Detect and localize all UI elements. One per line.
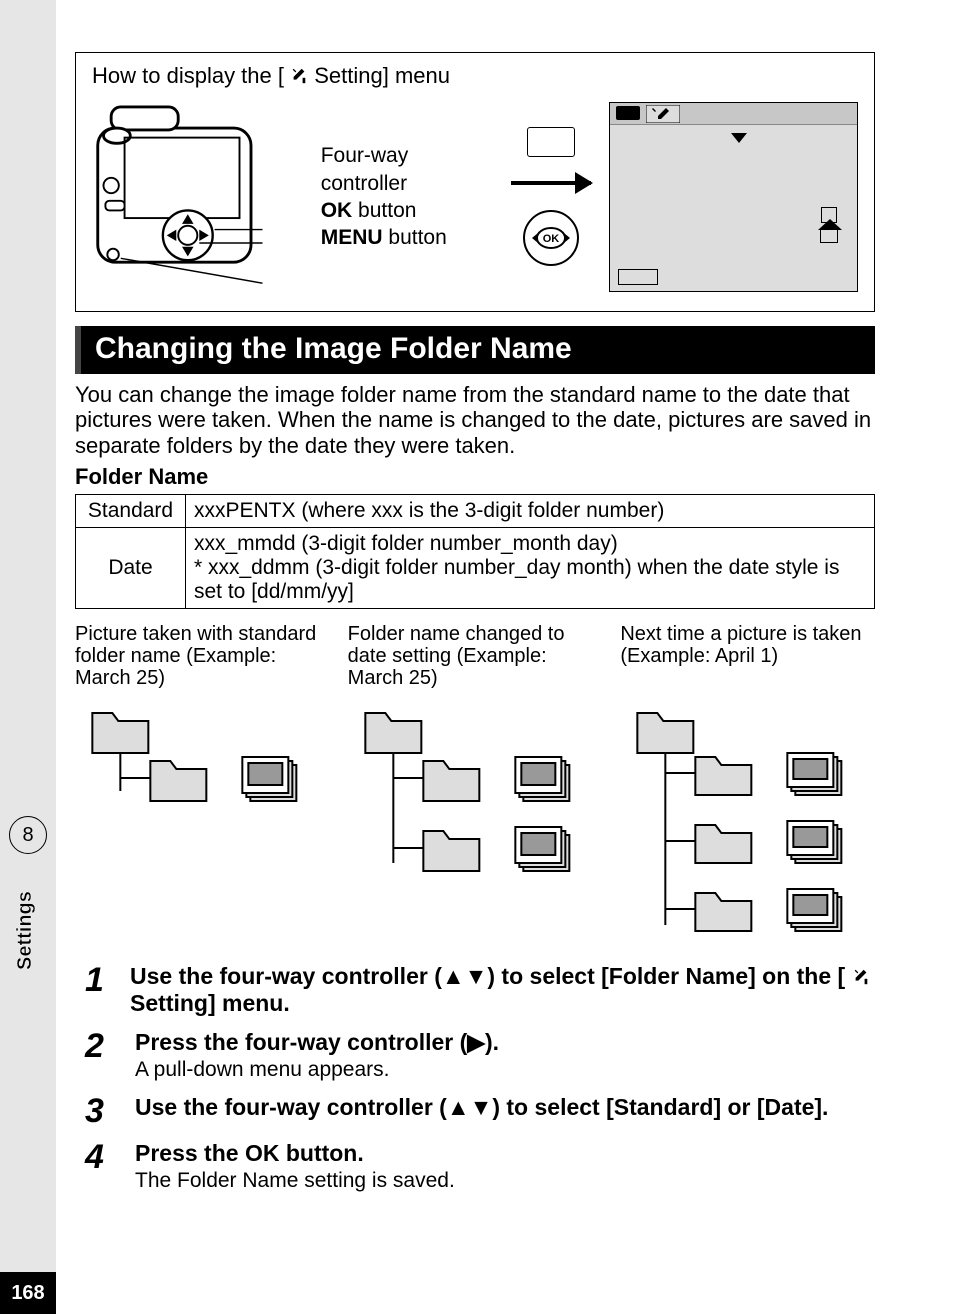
step-1-text: Use the four-way controller (▲▼) to sele… xyxy=(130,963,875,1017)
label-fourway: Four-way controller xyxy=(321,142,493,197)
step-4-pre: Press the xyxy=(135,1140,245,1166)
camera-labels: Four-way controller OK button MENU butto… xyxy=(321,142,493,251)
label-ok-bold: OK xyxy=(321,199,353,222)
step-1-number: 1 xyxy=(85,963,108,1017)
home-icon xyxy=(820,229,838,243)
step-4-text: Press the OK button. xyxy=(135,1140,455,1167)
howto-box: How to display the [ Setting] menu xyxy=(75,52,875,312)
step-2-number: 2 xyxy=(85,1029,113,1082)
arrow-controller: OK xyxy=(511,127,591,267)
cell-standard-label: Standard xyxy=(76,494,186,527)
step-4: 4 Press the OK button. The Folder Name s… xyxy=(85,1140,875,1193)
tools-tab-icon xyxy=(646,105,680,123)
label-ok-rest: button xyxy=(352,199,416,222)
chapter-number: 8 xyxy=(9,816,47,854)
page-number: 168 xyxy=(0,1272,56,1314)
step-4-sub: The Folder Name setting is saved. xyxy=(135,1169,455,1193)
howto-caption: How to display the [ Setting] menu xyxy=(92,63,858,89)
folder-col-3: Next time a picture is taken (Example: A… xyxy=(620,623,875,939)
camera-illustration xyxy=(92,97,303,297)
small-box-icon xyxy=(527,127,575,157)
cell-standard-desc: xxxPENTX (where xxx is the 3-digit folde… xyxy=(186,494,875,527)
menu-footer-icon xyxy=(618,269,658,285)
tools-icon xyxy=(290,67,308,85)
cell-date-label: Date xyxy=(76,527,186,608)
folder-col-2-caption: Folder name changed to date setting (Exa… xyxy=(348,623,603,693)
camera-tab-icon xyxy=(616,106,640,120)
howto-caption-post: Setting] menu xyxy=(314,63,450,88)
left-gutter xyxy=(0,0,56,1314)
intro-text: You can change the image folder name fro… xyxy=(75,382,875,458)
step-3: 3 Use the four-way controller (▲▼) to se… xyxy=(85,1094,875,1128)
folder-name-subheading: Folder Name xyxy=(75,464,875,490)
folder-tree-1 xyxy=(75,703,330,933)
step-2-sub: A pull-down menu appears. xyxy=(135,1058,499,1082)
step-4-ok: OK xyxy=(245,1140,280,1166)
step-2-text: Press the four-way controller (▶). xyxy=(135,1029,499,1056)
howto-caption-pre: How to display the [ xyxy=(92,63,284,88)
label-menu-bold: MENU xyxy=(321,226,383,249)
step-2: 2 Press the four-way controller (▶). A p… xyxy=(85,1029,875,1082)
svg-text:OK: OK xyxy=(543,233,560,245)
folder-name-table: Standard xxxPENTX (where xxx is the 3-di… xyxy=(75,494,875,609)
folder-col-2: Folder name changed to date setting (Exa… xyxy=(348,623,603,939)
folder-tree-3 xyxy=(620,703,875,933)
folder-diagram-row: Picture taken with standard folder name … xyxy=(75,623,875,939)
cell-date-desc: xxx_mmdd (3-digit folder number_month da… xyxy=(186,527,875,608)
folder-col-1: Picture taken with standard folder name … xyxy=(75,623,330,939)
scroll-down-icon xyxy=(731,133,747,143)
step-4-number: 4 xyxy=(85,1140,113,1193)
step-3-number: 3 xyxy=(85,1094,113,1128)
label-menu: MENU button xyxy=(321,224,493,251)
tools-icon xyxy=(852,968,870,986)
folder-col-3-caption: Next time a picture is taken (Example: A… xyxy=(620,623,875,693)
label-menu-rest: button xyxy=(383,226,447,249)
step-1-text-post: Setting] menu. xyxy=(130,990,290,1016)
label-ok: OK button xyxy=(321,197,493,224)
steps-list: 1 Use the four-way controller (▲▼) to se… xyxy=(85,963,875,1194)
section-heading: Changing the Image Folder Name xyxy=(75,326,875,374)
arrow-right-icon xyxy=(511,181,591,185)
folder-tree-2 xyxy=(348,703,603,933)
ok-controller-icon: OK xyxy=(522,209,580,267)
step-3-text: Use the four-way controller (▲▼) to sele… xyxy=(135,1094,828,1121)
menu-screen-illustration xyxy=(609,102,858,292)
step-1: 1 Use the four-way controller (▲▼) to se… xyxy=(85,963,875,1017)
step-1-text-pre: Use the four-way controller (▲▼) to sele… xyxy=(130,963,845,989)
folder-col-1-caption: Picture taken with standard folder name … xyxy=(75,623,330,693)
chapter-label: Settings xyxy=(14,860,42,970)
step-4-post: button. xyxy=(279,1140,363,1166)
